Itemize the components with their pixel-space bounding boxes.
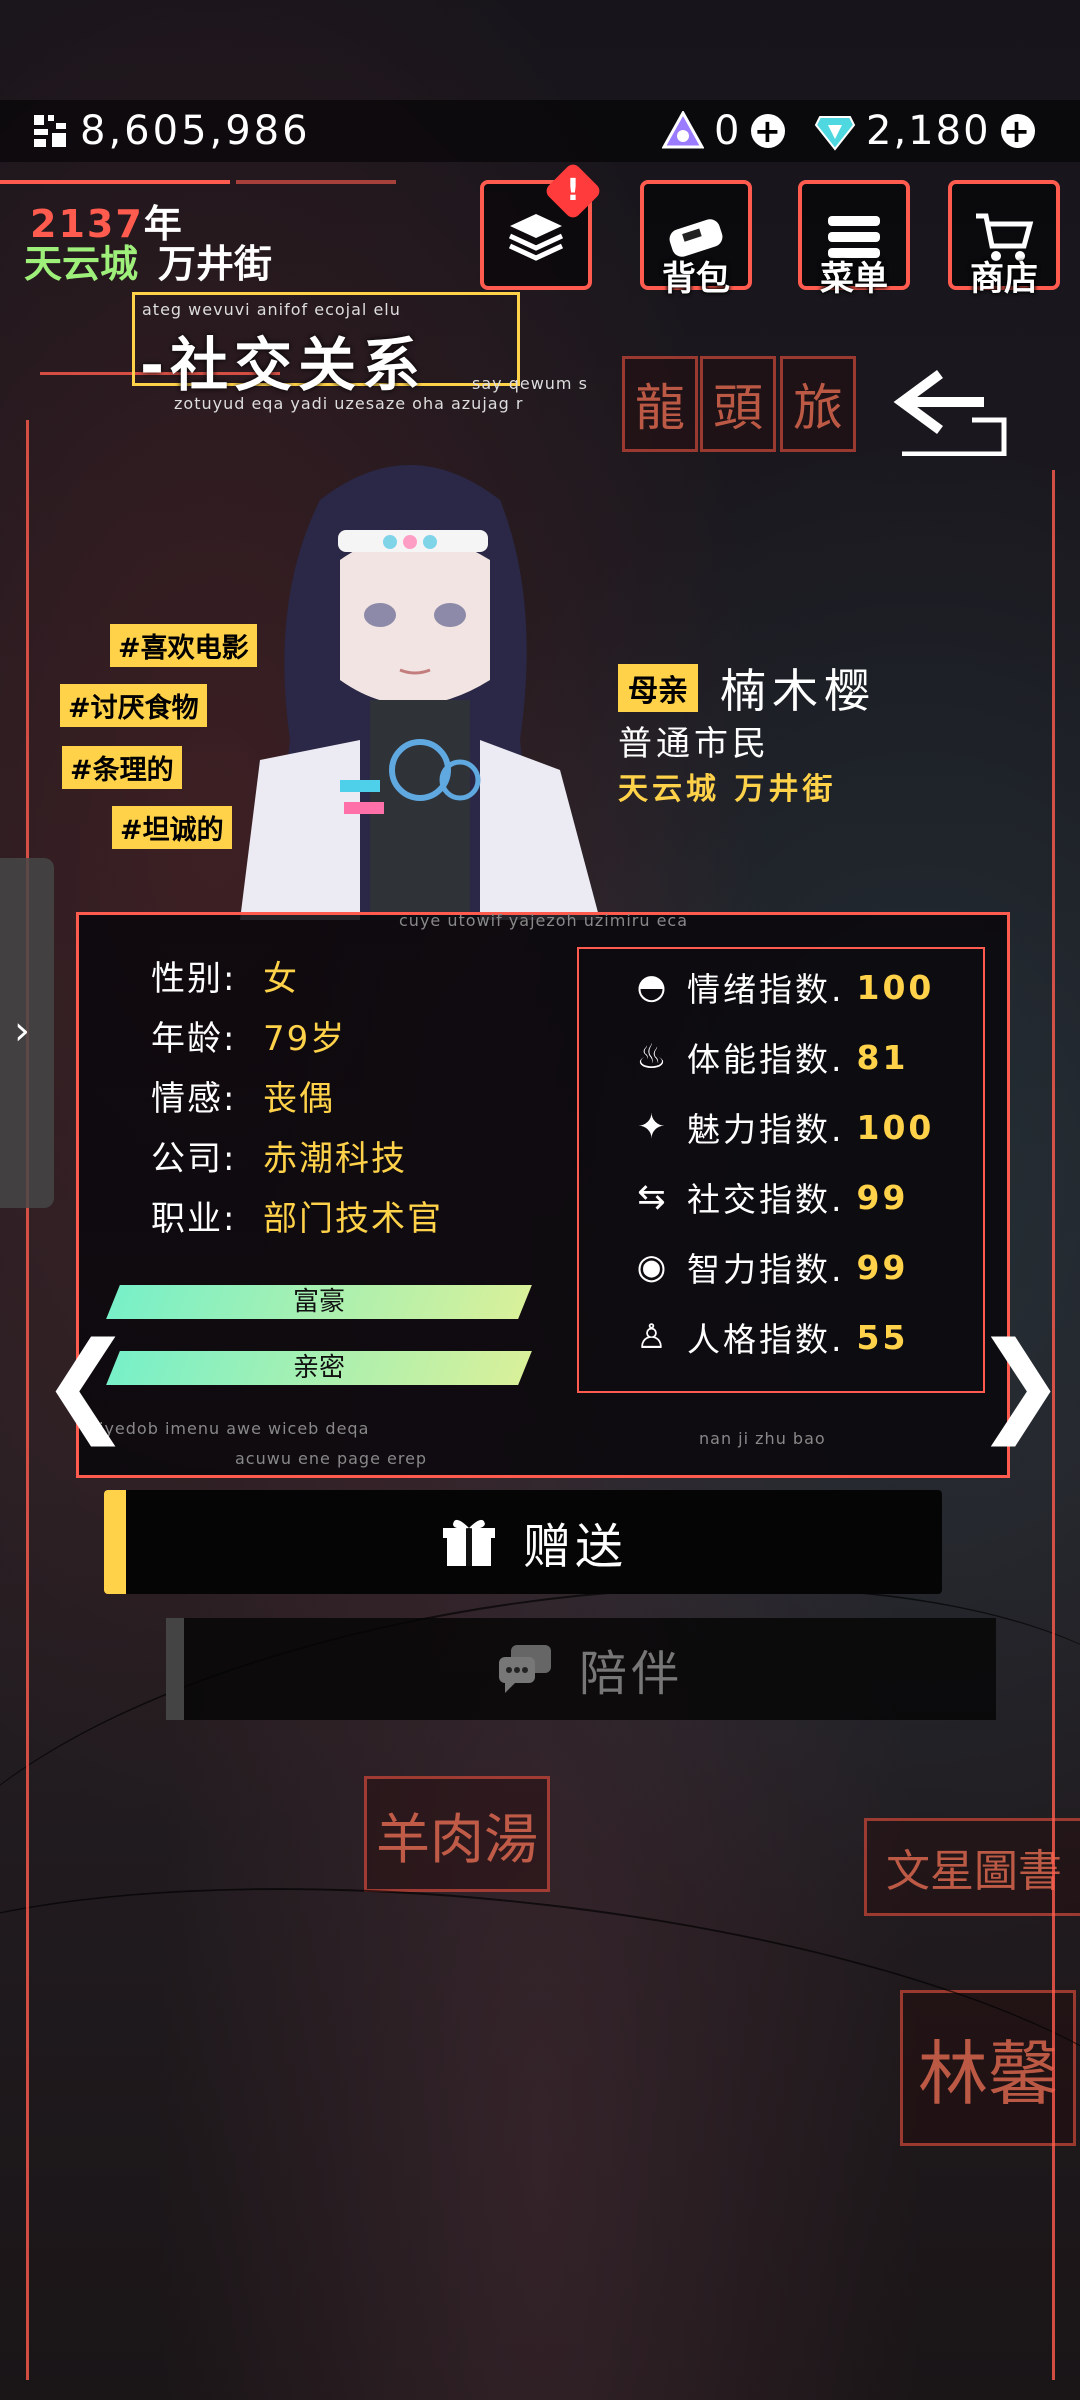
menu-button[interactable]: 菜单 xyxy=(798,180,910,299)
trait-tag: #坦诚的 xyxy=(112,806,232,849)
profile-list: 性别: 女 年龄: 79岁 情感: 丧偶 公司: 赤潮科技 职业: 部门技术官 xyxy=(151,945,443,1245)
deco-text: acuwu ene page erep xyxy=(235,1449,428,1468)
social-icon: ⇆ xyxy=(637,1177,669,1217)
bg-sign: 旅 xyxy=(780,356,856,452)
shop-button[interactable]: 商店 xyxy=(948,180,1060,299)
coin-icon xyxy=(34,115,66,147)
accompany-button[interactable]: 陪伴 xyxy=(166,1618,996,1720)
profile-row-gender: 性别: 女 xyxy=(151,958,299,999)
page-title: -社交关系 xyxy=(140,331,427,399)
deco-text: iyedob imenu awe wiceb deqa xyxy=(99,1419,370,1438)
stat-row-mood: ◓ 情绪指数. 100 xyxy=(631,963,934,1011)
deco-text: say qewum s xyxy=(472,374,588,393)
profile-row-age: 年龄: 79岁 xyxy=(151,1018,347,1059)
stats-box: ◓ 情绪指数. 100 ♨ 体能指数. 81 ✦ 魅力指数. 100 ⇆ 社交指数. 99 ◉ 智… xyxy=(577,947,985,1393)
character-name: 楠木樱 xyxy=(720,664,876,718)
character-portrait xyxy=(240,465,600,920)
character-location: 天云城 万井街 xyxy=(618,772,837,807)
stat-row-intellect: ◉ 智力指数. 99 xyxy=(631,1243,908,1291)
deco-text: cuye utowif yajezoh uzimiru eca xyxy=(399,911,689,930)
gift-icon xyxy=(442,1519,495,1566)
next-character-arrow[interactable]: ❯ xyxy=(974,1318,1066,1446)
gem-b-counter: 2,180 + xyxy=(814,108,1035,154)
character-occupation: 普通市民 xyxy=(618,724,770,764)
give-gift-button[interactable]: 赠送 xyxy=(104,1490,942,1594)
coin-counter: 8,605,986 xyxy=(32,108,311,154)
add-gem-a-button[interactable]: + xyxy=(751,114,786,148)
triangle-gem-icon xyxy=(662,111,704,149)
stat-row-fitness: ♨ 体能指数. 81 xyxy=(631,1033,908,1081)
profile-row-relationship: 情感: 丧偶 xyxy=(151,1078,335,1119)
layers-icon xyxy=(508,214,564,261)
trait-tag: #喜欢电影 xyxy=(110,624,257,667)
alert-icon: ! xyxy=(543,161,603,221)
give-label: 赠送 xyxy=(522,1519,627,1575)
backpack-button[interactable]: 背包 xyxy=(640,180,752,299)
trait-tag: #条理的 xyxy=(62,746,182,789)
location: 天云城 万井街 xyxy=(24,242,273,286)
gem-a-amount: 0 xyxy=(714,108,742,154)
wealth-bar: 富豪 xyxy=(106,1285,532,1319)
profile-row-profession: 职业: 部门技术官 xyxy=(151,1198,443,1239)
chevron-right-icon: › xyxy=(14,1008,30,1054)
diamond-gem-icon xyxy=(814,116,856,151)
relation-badge: 母亲 xyxy=(618,664,698,712)
add-gem-b-button[interactable]: + xyxy=(1000,114,1035,148)
stat-row-charm: ✦ 魅力指数. 100 xyxy=(631,1103,934,1151)
bg-sign: 龍 xyxy=(622,356,698,452)
shop-label: 商店 xyxy=(970,259,1038,299)
stat-row-personality: ♙ 人格指数. 55 xyxy=(631,1313,908,1361)
side-expand-button[interactable]: › xyxy=(0,858,54,1208)
bg-sign: 頭 xyxy=(700,356,776,452)
prev-character-arrow[interactable]: ❮ xyxy=(40,1318,132,1446)
coin-amount: 8,605,986 xyxy=(80,108,311,154)
fitness-icon: ♨ xyxy=(636,1037,670,1077)
charm-icon: ✦ xyxy=(637,1107,669,1147)
stat-row-social: ⇆ 社交指数. 99 xyxy=(631,1173,908,1221)
info-panel: cuye utowif yajezoh uzimiru eca 性别: 女 年龄:… xyxy=(76,911,1010,1478)
intimacy-bar: 亲密 xyxy=(106,1351,532,1385)
deco-text: zotuyud eqa yadi uzesaze oha azujag r xyxy=(174,394,524,413)
personality-icon: ♙ xyxy=(636,1317,670,1357)
chat-bubble-icon xyxy=(498,1645,551,1693)
accompany-label: 陪伴 xyxy=(578,1646,683,1702)
intellect-icon: ◉ xyxy=(636,1247,670,1287)
gem-a-counter: 0 + xyxy=(662,108,786,154)
backpack-label: 背包 xyxy=(662,259,730,299)
menu-label: 菜单 xyxy=(820,259,888,299)
profile-row-company: 公司: 赤潮科技 xyxy=(151,1138,407,1179)
character-header: 母亲 楠木樱 xyxy=(618,655,876,721)
frame-dash xyxy=(236,180,396,184)
frame-line-left xyxy=(26,420,29,2380)
gem-b-amount: 2,180 xyxy=(866,108,991,154)
back-arrow-icon[interactable] xyxy=(892,366,1012,456)
deco-text: nan ji zhu bao xyxy=(699,1429,826,1448)
trait-tag: #讨厌食物 xyxy=(60,684,207,727)
frame-dash xyxy=(0,180,230,184)
mood-icon: ◓ xyxy=(636,967,670,1007)
